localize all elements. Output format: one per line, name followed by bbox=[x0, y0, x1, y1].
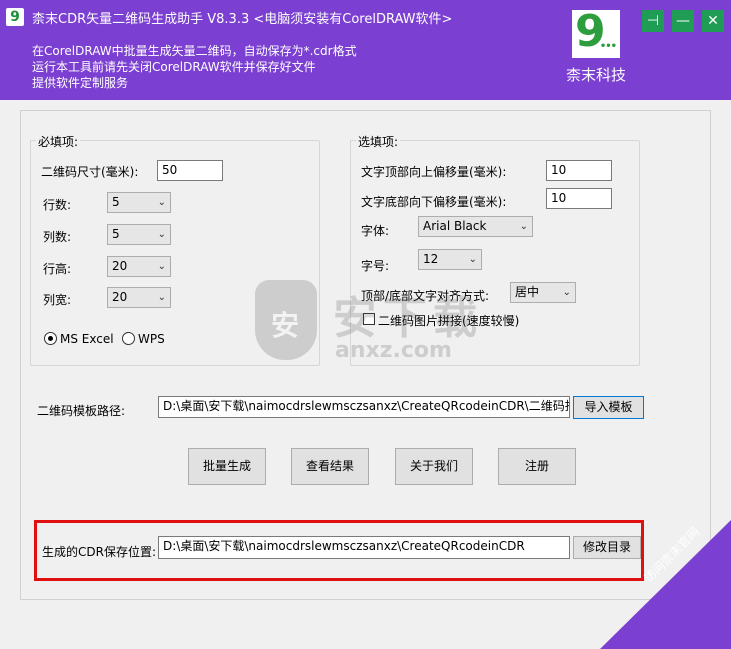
bottom-offset-input[interactable]: 10 bbox=[546, 188, 612, 209]
close-button[interactable]: ✕ bbox=[702, 10, 724, 32]
qr-size-label: 二维码尺寸(毫米): bbox=[41, 165, 139, 179]
change-directory-button[interactable]: 修改目录 bbox=[573, 536, 641, 559]
optional-group-title: 选填项: bbox=[356, 133, 401, 150]
bottom-offset-label: 文字底部向下偏移量(毫米): bbox=[361, 195, 507, 209]
pin-icon: ⊣ bbox=[646, 13, 660, 29]
template-path-input[interactable]: D:\桌面\安下载\naimocdrslewmsczsanxz\CreateQR… bbox=[158, 396, 570, 418]
radio-selected-dot bbox=[48, 336, 53, 341]
required-group-title: 必填项: bbox=[36, 133, 81, 150]
app-icon: 9 bbox=[6, 8, 24, 26]
logo-dots: ••• bbox=[599, 41, 617, 52]
size-value: 12 bbox=[423, 252, 439, 266]
wps-radio[interactable] bbox=[122, 332, 135, 345]
chevron-down-icon: ⌄ bbox=[157, 229, 166, 240]
chevron-down-icon: ⌄ bbox=[562, 287, 571, 298]
row-height-select[interactable]: 20 ⌄ bbox=[107, 256, 171, 277]
font-label: 字体: bbox=[361, 224, 390, 238]
company-logo: 9 ••• bbox=[572, 8, 620, 58]
chevron-down-icon: ⌄ bbox=[519, 221, 528, 232]
concat-checkbox-label[interactable]: 二维码图片拼接(速度较慢) bbox=[378, 312, 519, 329]
pin-button[interactable]: ⊣ bbox=[642, 10, 664, 32]
col-width-value: 20 bbox=[112, 290, 128, 304]
header-banner: 9 柰末CDR矢量二维码生成助手 V8.3.3 <电脑须安装有CorelDRAW… bbox=[0, 0, 731, 100]
font-value: Arial Black bbox=[423, 219, 487, 233]
wps-radio-label[interactable]: WPS bbox=[138, 332, 165, 346]
chevron-down-icon: ⌄ bbox=[157, 197, 166, 208]
template-path-label: 二维码模板路径: bbox=[37, 404, 126, 418]
window-title: 柰末CDR矢量二维码生成助手 V8.3.3 <电脑须安装有CorelDRAW软件… bbox=[32, 12, 453, 27]
concat-checkbox[interactable] bbox=[363, 313, 375, 325]
batch-generate-button[interactable]: 批量生成 bbox=[188, 448, 266, 485]
size-select[interactable]: 12 ⌄ bbox=[418, 249, 482, 270]
output-path-label: 生成的CDR保存位置: bbox=[42, 545, 157, 559]
top-offset-label: 文字顶部向上偏移量(毫米): bbox=[361, 165, 507, 179]
size-label: 字号: bbox=[361, 259, 390, 273]
import-template-button[interactable]: 导入模板 bbox=[573, 396, 644, 419]
align-label: 顶部/底部文字对齐方式: bbox=[361, 289, 490, 303]
header-line-2: 运行本工具前请先关闭CorelDRAW软件并保存好文件 bbox=[32, 60, 316, 74]
close-icon: ✕ bbox=[707, 13, 719, 29]
chevron-down-icon: ⌄ bbox=[157, 292, 166, 303]
minimize-button[interactable]: — bbox=[672, 10, 694, 32]
font-select[interactable]: Arial Black ⌄ bbox=[418, 216, 533, 237]
chevron-down-icon: ⌄ bbox=[157, 261, 166, 272]
excel-radio-label[interactable]: MS Excel bbox=[60, 332, 114, 346]
register-button[interactable]: 注册 bbox=[498, 448, 576, 485]
row-height-label: 行高: bbox=[43, 262, 72, 276]
cols-select[interactable]: 5 ⌄ bbox=[107, 224, 171, 245]
rows-value: 5 bbox=[112, 195, 120, 209]
rows-select[interactable]: 5 ⌄ bbox=[107, 192, 171, 213]
rows-label: 行数: bbox=[43, 198, 72, 212]
about-us-button[interactable]: 关于我们 bbox=[395, 448, 473, 485]
align-value: 居中 bbox=[515, 285, 540, 299]
align-select[interactable]: 居中 ⌄ bbox=[510, 282, 576, 303]
qr-size-input[interactable]: 50 bbox=[157, 160, 223, 181]
row-height-value: 20 bbox=[112, 259, 128, 273]
cols-value: 5 bbox=[112, 227, 120, 241]
header-line-3: 提供软件定制服务 bbox=[32, 76, 129, 90]
view-results-button[interactable]: 查看结果 bbox=[291, 448, 369, 485]
company-name: 柰末科技 bbox=[566, 66, 627, 84]
col-width-select[interactable]: 20 ⌄ bbox=[107, 287, 171, 308]
col-width-label: 列宽: bbox=[43, 293, 72, 307]
minimize-icon: — bbox=[676, 13, 690, 29]
top-offset-input[interactable]: 10 bbox=[546, 160, 612, 181]
chevron-down-icon: ⌄ bbox=[468, 254, 477, 265]
header-line-1: 在CorelDRAW中批量生成矢量二维码，自动保存为*.cdr格式 bbox=[32, 44, 357, 58]
excel-radio[interactable] bbox=[44, 332, 57, 345]
output-path-input[interactable]: D:\桌面\安下载\naimocdrslewmsczsanxz\CreateQR… bbox=[158, 536, 570, 559]
cols-label: 列数: bbox=[43, 230, 72, 244]
